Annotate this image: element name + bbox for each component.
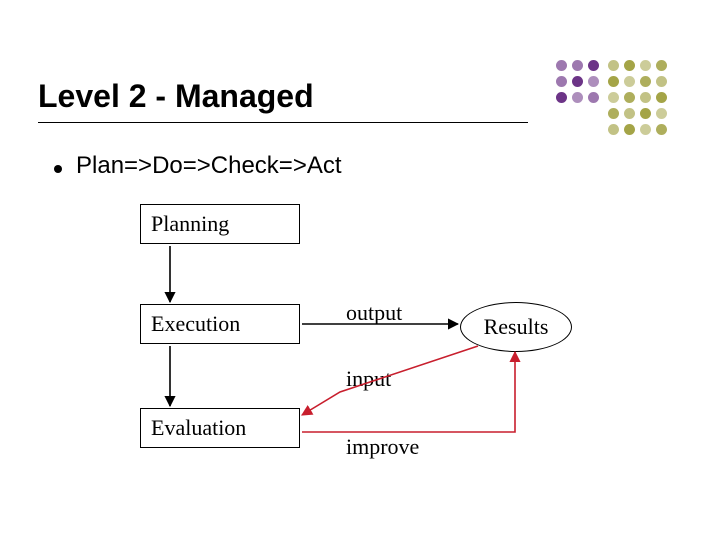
title-underline: [38, 122, 528, 123]
arrow-evaluation-to-results: [302, 352, 515, 432]
slide-stage: Level 2 - Managed Plan=>Do=>Check=>Act P…: [0, 0, 720, 540]
bullet-icon: [54, 165, 62, 173]
node-execution: Execution: [140, 304, 300, 344]
edge-label-improve: improve: [346, 434, 419, 460]
node-results: Results: [460, 302, 572, 352]
slide-title: Level 2 - Managed: [38, 78, 314, 115]
node-planning: Planning: [140, 204, 300, 244]
edge-label-output: output: [346, 300, 402, 326]
edge-label-input: input: [346, 366, 391, 392]
bullet-text: Plan=>Do=>Check=>Act: [76, 152, 342, 180]
node-evaluation: Evaluation: [140, 408, 300, 448]
